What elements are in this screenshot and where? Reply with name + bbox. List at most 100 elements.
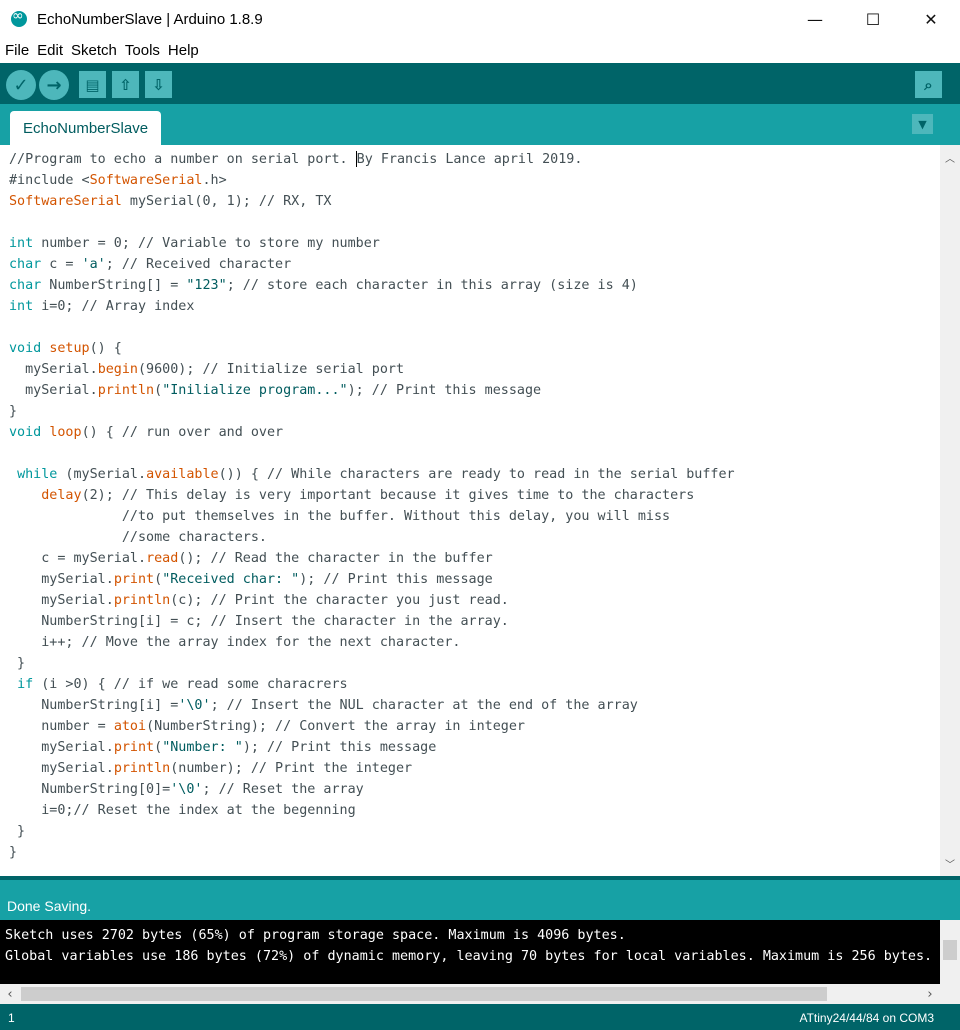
menu-file[interactable]: File — [5, 42, 29, 59]
code-text-segment: NumberString[] = — [41, 278, 187, 293]
code-text-segment: (); // Read the character in the buffer — [178, 551, 493, 566]
code-text-segment: c = — [41, 257, 82, 272]
code-line[interactable]: mySerial.begin(9600); // Initialize seri… — [9, 359, 940, 380]
code-line[interactable]: void loop() { // run over and over — [9, 422, 940, 443]
window-controls: — ☐ ✕ — [786, 0, 960, 38]
code-text-segment: (2); // This delay is very important bec… — [81, 488, 695, 503]
code-text-segment: ( — [154, 572, 163, 587]
verify-button[interactable]: ✓ — [6, 70, 36, 100]
code-text-segment: ; // Reset the array — [202, 782, 364, 797]
code-text-segment: ()) { // While characters are ready to r… — [218, 467, 735, 482]
code-line[interactable]: mySerial.println(c); // Print the charac… — [9, 590, 940, 611]
console-output[interactable]: Sketch uses 2702 bytes (65%) of program … — [0, 920, 940, 984]
upload-button[interactable]: → — [39, 70, 69, 100]
tab-echonumberslave[interactable]: EchoNumberSlave — [10, 111, 161, 145]
code-line[interactable]: mySerial.print("Number: "); // Print thi… — [9, 737, 940, 758]
code-text-segment: NumberString[0]= — [9, 782, 171, 797]
code-line[interactable]: NumberString[i] ='\0'; // Insert the NUL… — [9, 695, 940, 716]
save-icon: ⇩ — [152, 75, 165, 94]
code-text-segment: NumberString[i] = — [9, 698, 179, 713]
status-message: Done Saving. — [7, 898, 92, 914]
code-line[interactable]: char c = 'a'; // Received character — [9, 254, 940, 275]
code-line[interactable]: //to put themselves in the buffer. Witho… — [9, 506, 940, 527]
code-line[interactable]: //some characters. — [9, 527, 940, 548]
console-line: Sketch uses 2702 bytes (65%) of program … — [5, 928, 626, 943]
code-line[interactable]: } — [9, 842, 940, 863]
open-sketch-button[interactable]: ⇧ — [112, 71, 139, 98]
code-text-segment: } — [9, 404, 18, 419]
close-button[interactable]: ✕ — [902, 0, 960, 38]
scroll-left-icon[interactable]: ‹ — [0, 984, 20, 1004]
code-string: '\0' — [170, 782, 203, 797]
code-line[interactable]: c = mySerial.read(); // Read the charact… — [9, 548, 940, 569]
code-line[interactable]: } — [9, 821, 940, 842]
tab-bar: EchoNumberSlave ▼ — [0, 104, 960, 145]
code-text[interactable]: //Program to echo a number on serial por… — [0, 145, 940, 863]
horizontal-scroll-thumb[interactable] — [21, 987, 827, 1001]
console-vertical-scrollbar[interactable] — [940, 920, 960, 984]
menu-edit[interactable]: Edit — [37, 42, 63, 59]
code-editor[interactable]: //Program to echo a number on serial por… — [0, 145, 940, 876]
code-function: delay — [41, 488, 82, 503]
code-line[interactable]: if (i >0) { // if we read some characrer… — [9, 674, 940, 695]
code-line[interactable]: while (mySerial.available()) { // While … — [9, 464, 940, 485]
code-line[interactable]: mySerial.print("Received char: "); // Pr… — [9, 569, 940, 590]
code-line[interactable]: SoftwareSerial mySerial(0, 1); // RX, TX — [9, 191, 940, 212]
code-line[interactable]: int number = 0; // Variable to store my … — [9, 233, 940, 254]
scroll-up-icon[interactable]: ︿ — [940, 149, 960, 166]
code-line[interactable]: //Program to echo a number on serial por… — [9, 149, 940, 170]
code-line[interactable]: mySerial.println("Inilialize program..."… — [9, 380, 940, 401]
code-string: "Number: " — [162, 740, 243, 755]
scroll-right-icon[interactable]: › — [920, 984, 940, 1004]
code-line[interactable]: i=0;// Reset the index at the begenning — [9, 800, 940, 821]
code-text-segment: //some characters. — [9, 530, 267, 545]
code-keyword: char — [9, 257, 42, 272]
maximize-button[interactable]: ☐ — [844, 0, 902, 38]
code-text-segment: number = 0; // Variable to store my numb… — [33, 236, 380, 251]
serial-monitor-button[interactable]: ⌕ — [915, 71, 942, 98]
code-text-segment — [9, 467, 17, 482]
minimize-button[interactable]: — — [786, 0, 844, 38]
menu-tools[interactable]: Tools — [125, 42, 160, 59]
code-text-segment: (9600); // Initialize serial port — [138, 362, 405, 377]
code-text-segment: NumberString[i] = c; // Insert the chara… — [9, 614, 509, 629]
code-line[interactable]: i++; // Move the array index for the nex… — [9, 632, 940, 653]
new-sketch-button[interactable]: ▤ — [79, 71, 106, 98]
code-line[interactable]: delay(2); // This delay is very importan… — [9, 485, 940, 506]
code-text-segment: mySerial(0, 1); // RX, TX — [121, 194, 332, 209]
menu-sketch[interactable]: Sketch — [71, 42, 117, 59]
code-text-segment: ( — [154, 383, 163, 398]
code-text-segment — [9, 488, 41, 503]
code-line[interactable] — [9, 317, 940, 338]
code-function: available — [146, 467, 219, 482]
code-line[interactable]: } — [9, 401, 940, 422]
console-scroll-thumb[interactable] — [943, 940, 957, 960]
code-line[interactable]: number = atoi(NumberString); // Convert … — [9, 716, 940, 737]
code-line[interactable] — [9, 443, 940, 464]
code-keyword: if — [17, 677, 34, 692]
code-line[interactable]: } — [9, 653, 940, 674]
code-line[interactable]: int i=0; // Array index — [9, 296, 940, 317]
save-sketch-button[interactable]: ⇩ — [145, 71, 172, 98]
code-line[interactable] — [9, 212, 940, 233]
code-text-segment — [9, 677, 17, 692]
scroll-down-icon[interactable]: ﹀ — [940, 855, 960, 872]
code-keyword: void — [9, 425, 42, 440]
code-line[interactable]: #include <SoftwareSerial.h> — [9, 170, 940, 191]
console-horizontal-scrollbar[interactable]: ‹ › — [0, 984, 960, 1004]
code-function: begin — [97, 362, 138, 377]
code-text-segment: ); // Print this message — [242, 740, 437, 755]
code-line[interactable]: NumberString[i] = c; // Insert the chara… — [9, 611, 940, 632]
code-line[interactable]: char NumberString[] = "123"; // store ea… — [9, 275, 940, 296]
code-line[interactable]: mySerial.println(number); // Print the i… — [9, 758, 940, 779]
code-line[interactable]: void setup() { — [9, 338, 940, 359]
code-line[interactable]: NumberString[0]='\0'; // Reset the array — [9, 779, 940, 800]
editor-vertical-scrollbar[interactable]: ︿ ﹀ — [940, 145, 960, 876]
code-keyword: int — [9, 299, 34, 314]
code-function: atoi — [113, 719, 147, 734]
code-text-segment: ); // Print this message — [347, 383, 542, 398]
tab-menu-button[interactable]: ▼ — [912, 114, 933, 134]
menu-help[interactable]: Help — [168, 42, 199, 59]
code-text-segment: .h> — [202, 173, 227, 188]
code-function: println — [113, 761, 171, 776]
